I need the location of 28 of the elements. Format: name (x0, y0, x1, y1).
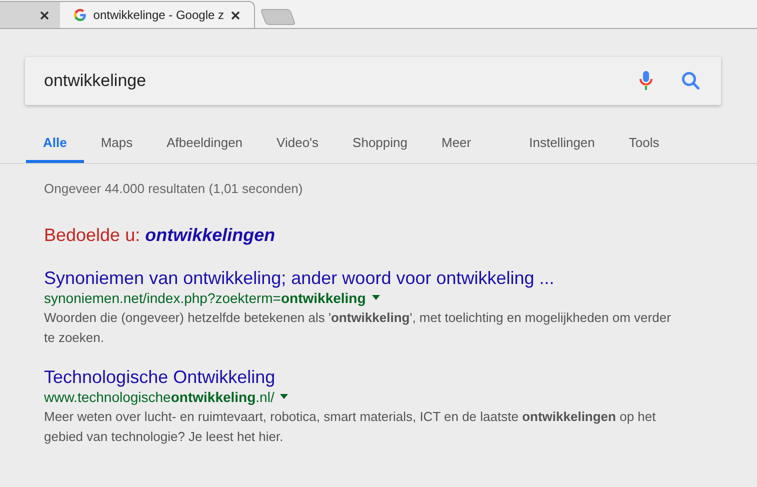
suggestion-link[interactable]: ontwikkelingen (145, 222, 276, 248)
result-title-link[interactable]: Technologische Ontwikkeling (44, 366, 684, 388)
search-icon[interactable] (681, 71, 701, 91)
result-url: www.technologischeontwikkeling.nl/ (44, 388, 274, 406)
dropdown-arrow-icon[interactable] (372, 295, 380, 300)
nav-tab[interactable]: Alle (26, 125, 84, 163)
google-logo-icon (74, 8, 86, 22)
dropdown-arrow-icon[interactable] (280, 394, 288, 399)
nav-tab[interactable]: Video's (260, 125, 336, 163)
result-url: synoniemen.net/index.php?zoekterm=ontwikkeling (44, 288, 366, 306)
nav-tool[interactable]: Tools (612, 125, 676, 163)
nav-tab[interactable]: Shopping (336, 125, 424, 163)
result-snippet: Meer weten over lucht- en ruimtevaart, robotica, smart materials, ICT en de laatste ontwikkelingen op het gebied van technologie? Je leest het hier. (44, 408, 657, 446)
result-snippet: Woorden die (ongeveer) hetzelfde betekenen als 'ontwikkeling', met toelichting en mogelijkheden om verder te zoeken. (44, 308, 672, 346)
result-title-link[interactable]: Synoniemen van ontwikkeling; ander woord voor ontwikkeling ... (44, 266, 684, 288)
browser-tab[interactable]: ontwikkelinge - Google z (60, 1, 255, 28)
tab-title: ontwikkelinge - Google z (93, 7, 224, 24)
result-stats: Ongeveer 44.000 resultaten (1,01 seconden) (44, 180, 304, 198)
nav-tab[interactable]: Afbeeldingen (150, 125, 260, 163)
search-input[interactable]: ontwikkelinge (44, 68, 639, 94)
nav-tab[interactable]: Maps (84, 125, 150, 163)
nav-tool[interactable]: Instellingen (512, 125, 612, 163)
nav-tab[interactable]: Meer (424, 125, 488, 163)
search-field[interactable]: ontwikkelinge (25, 57, 721, 105)
microphone-icon[interactable] (639, 70, 653, 92)
close-icon[interactable] (40, 10, 49, 20)
did-you-mean-label: Bedoelde u: (44, 224, 140, 246)
close-icon[interactable] (231, 10, 240, 20)
